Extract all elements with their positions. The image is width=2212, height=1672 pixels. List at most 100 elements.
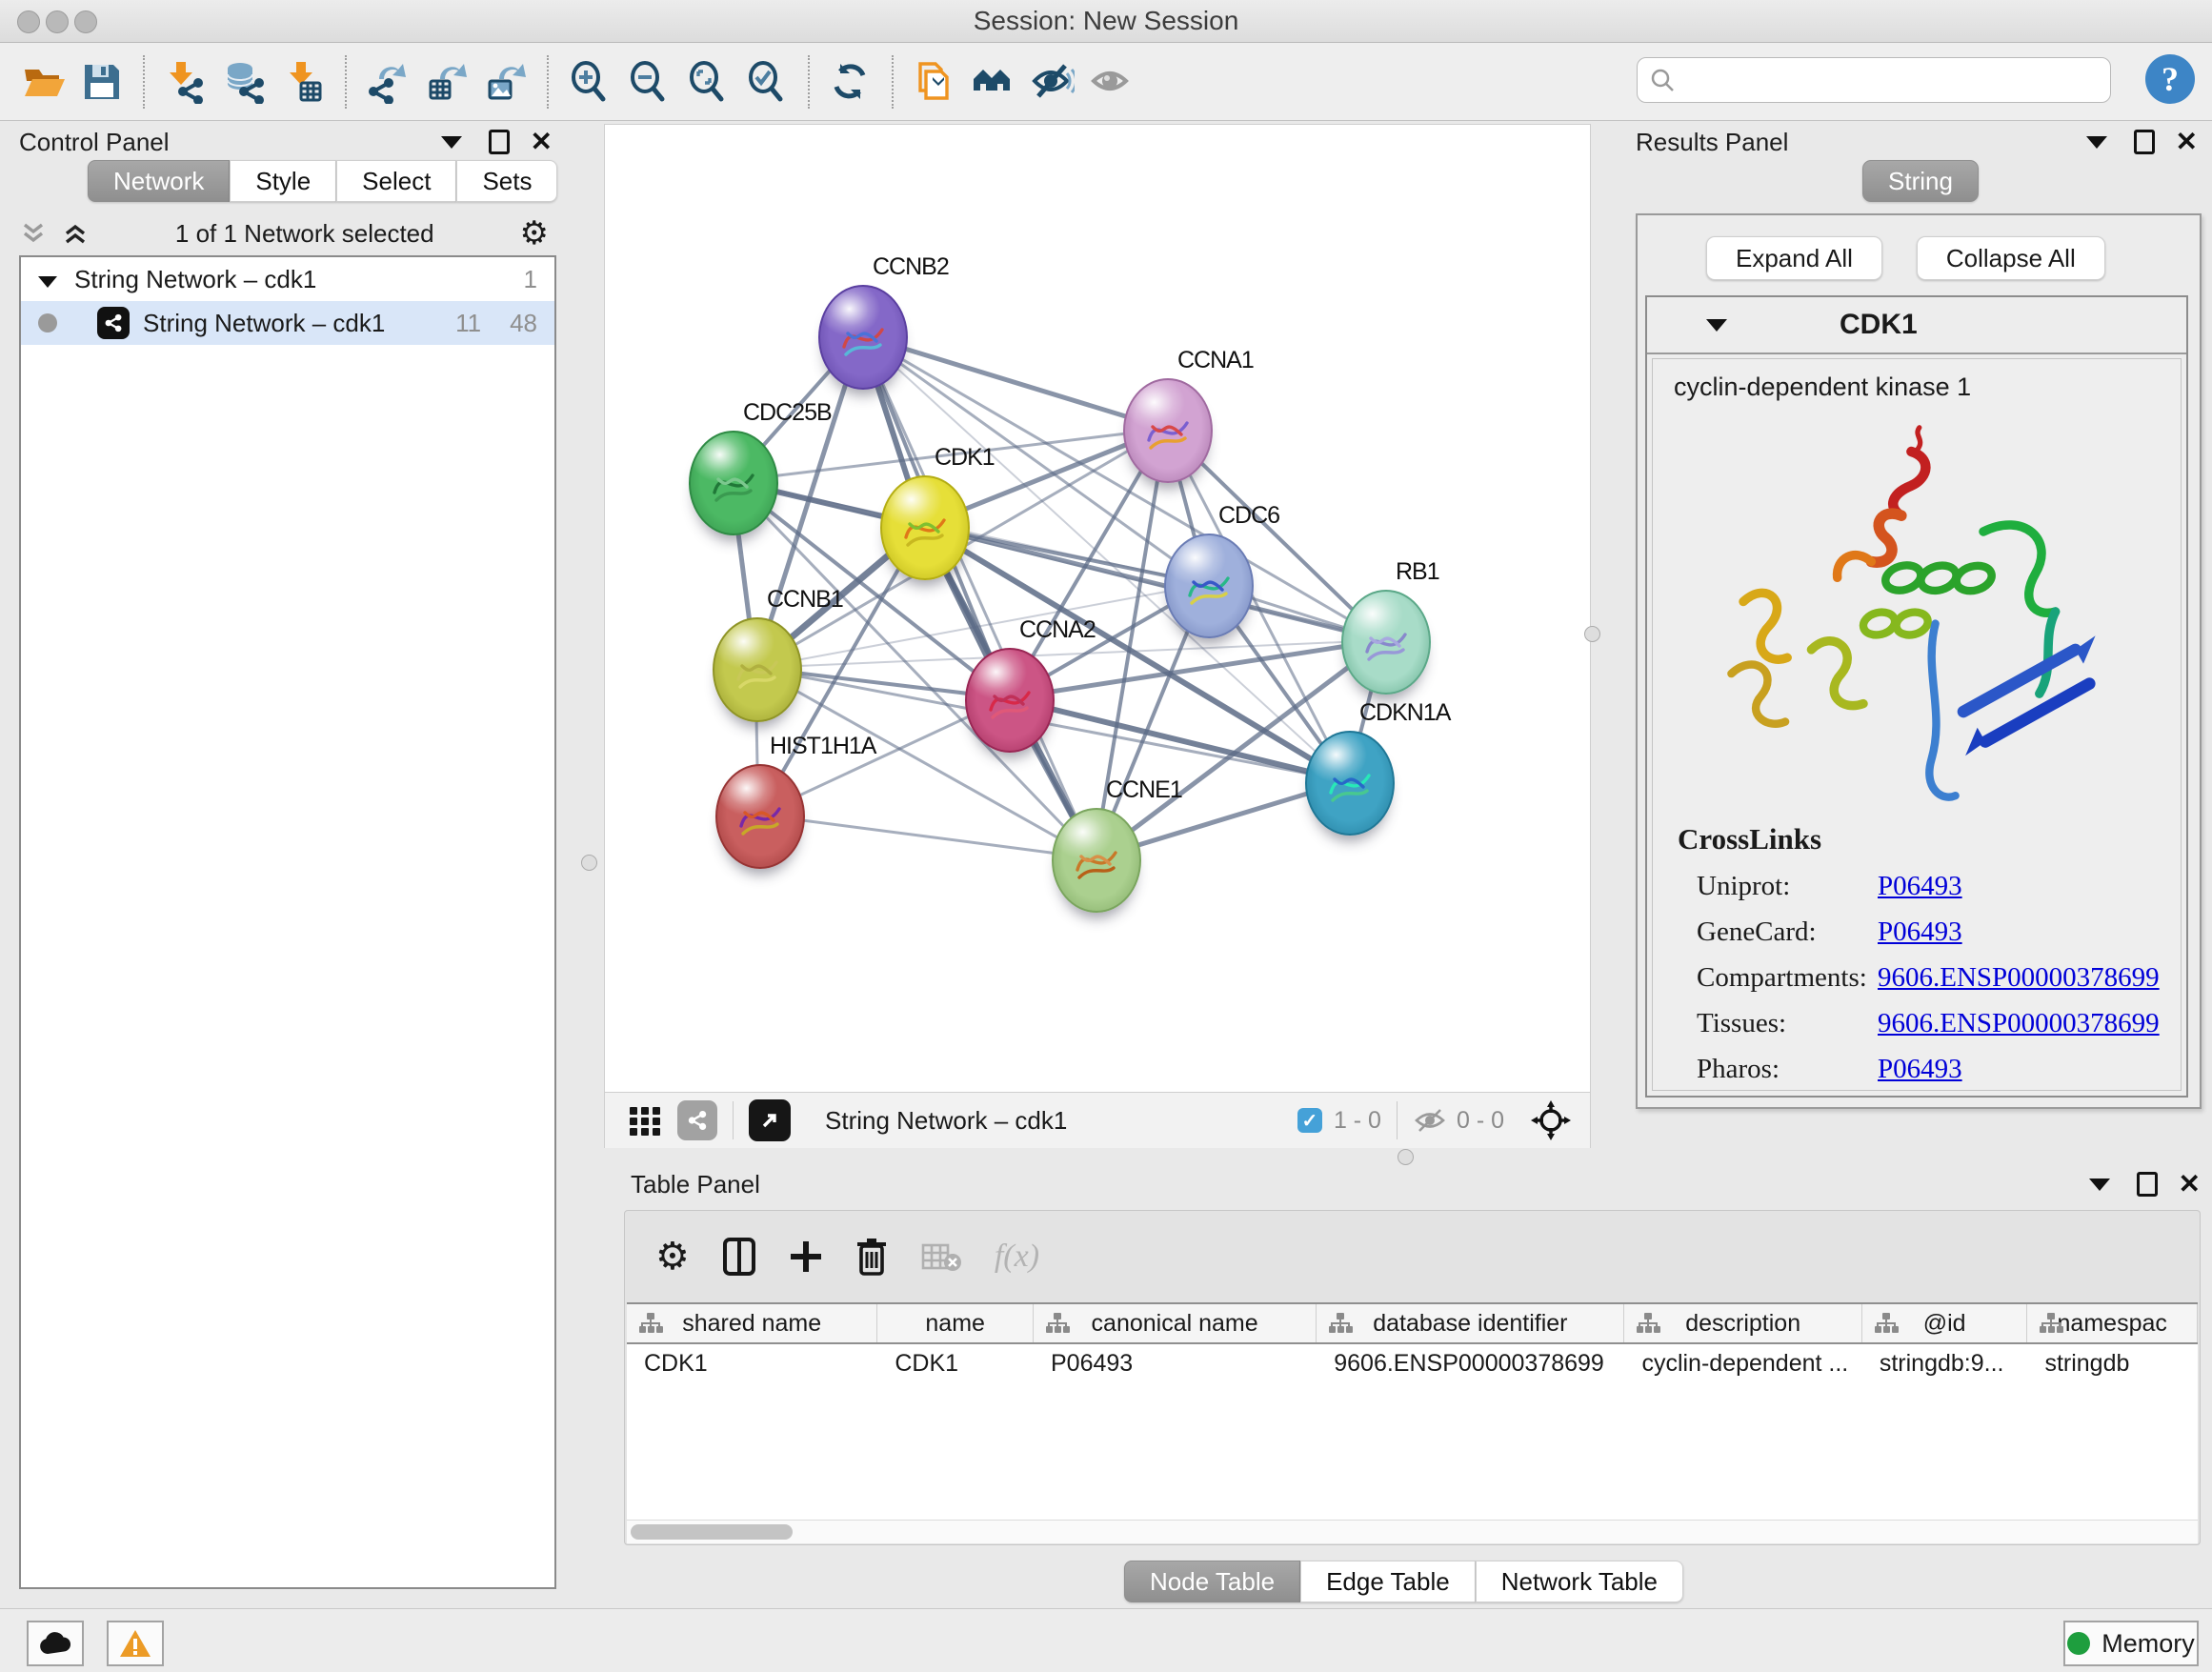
show-columns-icon[interactable] — [722, 1237, 756, 1277]
collection-expand-icon[interactable] — [38, 276, 57, 288]
crosslink-link[interactable]: P06493 — [1878, 1054, 1962, 1085]
expand-all-icon[interactable] — [61, 221, 90, 246]
node-CDK1[interactable] — [880, 475, 970, 580]
crosslink-link[interactable]: 9606.ENSP00000378699 — [1878, 1008, 2160, 1039]
export-network-button[interactable] — [358, 53, 417, 111]
tab-edge-table[interactable]: Edge Table — [1300, 1561, 1476, 1602]
crosslink-link[interactable]: P06493 — [1878, 871, 1962, 902]
import-table-button[interactable] — [274, 53, 333, 111]
edge-CCNB2-CCNA1[interactable] — [861, 335, 1166, 429]
node-CDC25B[interactable] — [689, 431, 778, 535]
float-panel-icon[interactable] — [489, 130, 510, 154]
tab-network[interactable]: Network — [88, 160, 230, 202]
node-CCNA2[interactable] — [965, 648, 1055, 753]
horizontal-scrollbar[interactable] — [627, 1520, 2198, 1543]
cloud-status-button[interactable] — [27, 1621, 84, 1666]
show-eye-button[interactable] — [1082, 53, 1141, 111]
help-button[interactable]: ? — [2145, 54, 2195, 104]
float-panel-icon[interactable] — [2137, 1172, 2158, 1197]
network-collection-row[interactable]: String Network – cdk1 1 — [21, 257, 554, 301]
import-network-file-button[interactable] — [156, 53, 215, 111]
column-header-shared-name[interactable]: shared name — [627, 1304, 877, 1342]
refresh-layout-button[interactable] — [821, 53, 880, 111]
edge-CCNB2-CCNE1[interactable] — [861, 335, 1095, 858]
zoom-window-button[interactable] — [74, 10, 97, 33]
delete-column-icon[interactable] — [855, 1237, 888, 1277]
column-header-@id[interactable]: @id — [1862, 1304, 2028, 1342]
tab-node-table[interactable]: Node Table — [1124, 1561, 1300, 1602]
warnings-button[interactable] — [107, 1621, 164, 1666]
expand-all-button[interactable]: Expand All — [1706, 236, 1882, 280]
column-header-description[interactable]: description — [1624, 1304, 1861, 1342]
hidden-items-eye-icon[interactable] — [1413, 1106, 1447, 1135]
node-CDKN1A[interactable] — [1305, 731, 1395, 836]
collapse-all-button[interactable]: Collapse All — [1917, 236, 2105, 280]
tab-string[interactable]: String — [1862, 160, 1979, 202]
import-network-database-button[interactable] — [215, 53, 274, 111]
status-bar: Memory — [0, 1608, 2212, 1672]
fit-content-icon[interactable] — [1529, 1098, 1573, 1142]
close-panel-icon[interactable]: ✕ — [2179, 1175, 2201, 1194]
vertical-splitter-grip[interactable] — [581, 855, 597, 871]
search-input[interactable] — [1685, 66, 2101, 94]
delete-table-icon[interactable] — [920, 1239, 962, 1274]
zoom-in-button[interactable] — [560, 53, 619, 111]
table-row[interactable]: CDK1CDK1P064939606.ENSP00000378699cyclin… — [627, 1344, 2198, 1382]
entry-collapse-icon[interactable] — [1706, 319, 1727, 332]
selected-items-checkbox[interactable]: ✓ — [1297, 1108, 1322, 1133]
zoom-fit-button[interactable] — [678, 53, 737, 111]
function-builder-icon[interactable]: f(x) — [995, 1239, 1039, 1275]
close-panel-icon[interactable]: ✕ — [531, 132, 553, 151]
grid-view-icon[interactable] — [626, 1101, 664, 1139]
float-panel-icon[interactable] — [2134, 130, 2155, 154]
scrollbar-thumb[interactable] — [631, 1524, 793, 1540]
tab-select[interactable]: Select — [336, 160, 456, 202]
export-image-button[interactable] — [476, 53, 535, 111]
network-canvas[interactable]: CCNB2CCNA1CDC25BCDK1CDC6RB1CCNB1CCNA2CDK… — [605, 125, 1590, 1092]
vertical-splitter-grip[interactable] — [1584, 626, 1600, 642]
column-header-name[interactable]: name — [877, 1304, 1034, 1342]
entry-header[interactable]: CDK1 — [1647, 297, 2186, 354]
panel-menu-icon[interactable] — [2089, 1178, 2110, 1191]
panel-menu-icon[interactable] — [441, 136, 462, 149]
save-session-button[interactable] — [72, 53, 131, 111]
hide-eye-button[interactable] — [1023, 53, 1082, 111]
export-table-button[interactable] — [417, 53, 476, 111]
copy-button[interactable] — [905, 53, 964, 111]
crosslink-link[interactable]: P06493 — [1878, 917, 1962, 948]
node-CDC6[interactable] — [1164, 534, 1254, 638]
tab-sets[interactable]: Sets — [456, 160, 557, 202]
memory-button[interactable]: Memory — [2063, 1621, 2199, 1666]
table-options-gear-icon[interactable]: ⚙ — [655, 1235, 690, 1279]
crosslink-link[interactable]: 9606.ENSP00000378699 — [1878, 962, 2160, 994]
string-home-button[interactable] — [964, 53, 1023, 111]
node-CCNB1[interactable] — [713, 617, 802, 722]
tab-network-table[interactable]: Network Table — [1476, 1561, 1683, 1602]
node-RB1[interactable] — [1341, 590, 1431, 695]
node-CCNB2[interactable] — [818, 285, 908, 390]
network-row[interactable]: String Network – cdk1 11 48 — [21, 301, 554, 345]
node-CCNE1[interactable] — [1052, 808, 1141, 913]
close-window-button[interactable] — [17, 10, 40, 33]
horizontal-splitter-grip[interactable] — [1398, 1149, 1414, 1165]
network-options-gear-icon[interactable]: ⚙ — [520, 214, 549, 252]
close-panel-icon[interactable]: ✕ — [2176, 132, 2198, 151]
node-CCNA1[interactable] — [1123, 378, 1213, 483]
column-header-namespac[interactable]: namespac — [2027, 1304, 2198, 1342]
tab-style[interactable]: Style — [230, 160, 336, 202]
edge-HIST1H1A-CCNE1[interactable] — [758, 815, 1095, 858]
zoom-selected-button[interactable] — [737, 53, 796, 111]
zoom-in-icon — [568, 60, 612, 104]
network-view-mode-icon[interactable] — [677, 1100, 717, 1140]
collapse-all-icon[interactable] — [19, 221, 48, 246]
open-in-window-icon[interactable] — [749, 1099, 791, 1141]
minimize-window-button[interactable] — [46, 10, 69, 33]
column-header-database-identifier[interactable]: database identifier — [1317, 1304, 1624, 1342]
add-column-icon[interactable] — [789, 1239, 823, 1274]
column-header-canonical-name[interactable]: canonical name — [1034, 1304, 1317, 1342]
panel-menu-icon[interactable] — [2086, 136, 2107, 149]
zoom-out-button[interactable] — [619, 53, 678, 111]
node-label-CCNA1: CCNA1 — [1177, 347, 1254, 374]
open-session-button[interactable] — [13, 53, 72, 111]
node-HIST1H1A[interactable] — [715, 764, 805, 869]
